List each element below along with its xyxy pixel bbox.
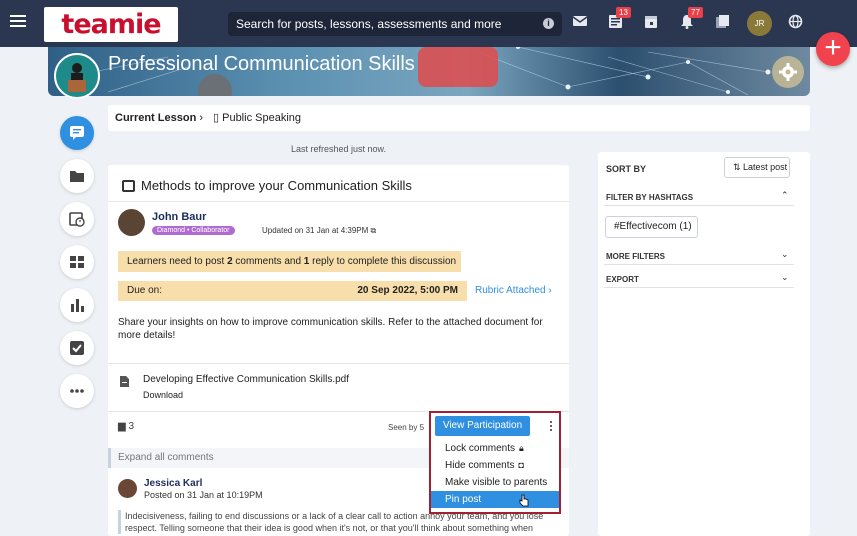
sidenav-calendar-button[interactable] bbox=[60, 202, 94, 236]
top-bar: teamie Search for posts, lessons, assess… bbox=[0, 0, 857, 47]
refresh-status: Last refreshed just now. bbox=[290, 144, 387, 154]
due-date: 20 Sep 2022, 5:00 PM bbox=[357, 285, 458, 296]
post-body: Share your insights on how to improve co… bbox=[118, 317, 543, 341]
author-badge: Diamond • Collaborator bbox=[152, 226, 235, 235]
info-icon[interactable]: i bbox=[543, 18, 554, 29]
book-icon: ▯ bbox=[213, 112, 223, 124]
sidenav-more-button[interactable] bbox=[60, 374, 94, 408]
calendar-icon[interactable] bbox=[644, 14, 662, 32]
comment-timestamp: Posted on 31 Jan at 10:19PM bbox=[144, 490, 263, 500]
kebab-menu-icon[interactable] bbox=[550, 421, 553, 432]
sidenav-tasks-button[interactable] bbox=[60, 331, 94, 365]
sidenav-newsfeed-button[interactable] bbox=[60, 116, 94, 150]
post-title-row: Methods to improve your Communication Sk… bbox=[122, 178, 412, 193]
pdf-file-icon bbox=[120, 376, 129, 387]
external-link-icon[interactable]: ⧉ bbox=[371, 226, 377, 235]
newsfeed-badge: 13 bbox=[616, 7, 631, 18]
post-title: Methods to improve your Communication Sk… bbox=[141, 178, 412, 193]
divider bbox=[604, 205, 794, 206]
notification-bell-icon[interactable]: 77 bbox=[680, 7, 703, 32]
search-input[interactable]: Search for posts, lessons, assessments a… bbox=[228, 12, 562, 36]
user-avatar[interactable]: JR bbox=[747, 11, 772, 36]
divider bbox=[604, 264, 794, 265]
breadcrumb: Current Lesson › ▯ Public Speaking bbox=[108, 105, 810, 131]
chevron-up-icon[interactable]: ⌃ bbox=[781, 190, 789, 201]
create-post-fab[interactable]: + bbox=[816, 32, 850, 66]
due-label: Due on: bbox=[127, 285, 163, 296]
commenter-name[interactable]: Jessica Karl bbox=[144, 478, 202, 489]
hashtag-chip[interactable]: #Effectivecom (1) bbox=[605, 216, 698, 238]
menu-item-pin-post[interactable]: Pin post bbox=[431, 491, 559, 508]
divider bbox=[108, 201, 569, 202]
sidenav-dashboard-button[interactable] bbox=[60, 245, 94, 279]
banner-settings-gear-icon[interactable] bbox=[772, 56, 804, 88]
chevron-down-icon[interactable]: ⌄ bbox=[781, 272, 789, 283]
checkbox-icon bbox=[70, 341, 84, 355]
due-date-banner: Due on: 20 Sep 2022, 5:00 PM bbox=[118, 281, 467, 301]
globe-icon[interactable] bbox=[788, 14, 806, 32]
hamburger-menu-icon[interactable] bbox=[10, 15, 26, 28]
folder-icon bbox=[70, 171, 84, 182]
commenter-avatar[interactable] bbox=[118, 479, 137, 498]
current-lesson-link[interactable]: Current Lesson bbox=[115, 112, 196, 124]
chevron-down-icon[interactable]: ⌄ bbox=[781, 249, 789, 260]
hand-cursor-icon bbox=[519, 494, 529, 507]
menu-item-lock-comments[interactable]: Lock comments 🔒︎ bbox=[431, 440, 559, 457]
mail-icon[interactable] bbox=[572, 14, 590, 32]
sidenav-files-button[interactable] bbox=[60, 159, 94, 193]
classroom-avatar bbox=[54, 53, 100, 99]
rubric-link[interactable]: Rubric Attached › bbox=[475, 285, 552, 296]
bar-chart-icon bbox=[71, 299, 84, 312]
divider bbox=[108, 363, 569, 364]
sort-by-label: SORT BY bbox=[606, 164, 647, 174]
lock-icon: 🔒︎ bbox=[519, 443, 524, 453]
lesson-link[interactable]: ▯ Public Speaking bbox=[213, 105, 301, 131]
documents-icon[interactable] bbox=[715, 14, 733, 32]
completion-requirement: Learners need to post 2 comments and 1 r… bbox=[118, 251, 461, 272]
seen-by[interactable]: Seen by 5 bbox=[388, 423, 424, 432]
attachment-name[interactable]: Developing Effective Communication Skill… bbox=[143, 374, 349, 385]
sort-icon: ⇅ bbox=[733, 162, 744, 172]
newsfeed-icon[interactable]: 13 bbox=[608, 7, 631, 32]
menu-item-hide-comments[interactable]: Hide comments ◘ bbox=[431, 457, 559, 474]
newsfeed-icon bbox=[70, 126, 84, 140]
divider bbox=[604, 287, 794, 288]
view-participation-button[interactable]: View Participation bbox=[435, 416, 530, 436]
filter-hashtags-header[interactable]: FILTER BY HASHTAGS bbox=[606, 193, 693, 202]
comments-counter[interactable]: ▆ 3 bbox=[118, 421, 134, 432]
comment-icon: ▆ bbox=[118, 421, 129, 432]
page-title: Professional Communication Skills bbox=[108, 53, 415, 75]
updated-timestamp: Updated on 31 Jan at 4:39PM ⧉ bbox=[262, 226, 377, 235]
search-placeholder: Search for posts, lessons, assessments a… bbox=[236, 17, 502, 31]
more-dots-icon bbox=[70, 389, 84, 393]
classroom-banner: Professional Communication Skills bbox=[48, 47, 810, 96]
more-filters-header[interactable]: MORE FILTERS bbox=[606, 252, 665, 261]
post-actions-popup: View Participation Lock comments 🔒︎ Hide … bbox=[429, 411, 561, 514]
sort-dropdown[interactable]: ⇅ Latest post bbox=[724, 157, 790, 178]
calendar-clock-icon bbox=[69, 212, 85, 227]
lesson-name: Public Speaking bbox=[222, 112, 301, 124]
chevron-right-icon: › bbox=[548, 285, 552, 296]
download-link[interactable]: Download bbox=[143, 390, 183, 400]
filter-sidebar: SORT BY ⇅ Latest post FILTER BY HASHTAGS… bbox=[598, 152, 810, 536]
dashboard-icon bbox=[70, 256, 84, 268]
sidenav-analytics-button[interactable] bbox=[60, 288, 94, 322]
chevron-right-icon: › bbox=[199, 112, 204, 124]
author-avatar[interactable] bbox=[118, 209, 145, 236]
menu-item-make-visible-to-parents[interactable]: Make visible to parents bbox=[431, 474, 559, 491]
post-actions-menu: Lock comments 🔒︎ Hide comments ◘ Make visi… bbox=[431, 440, 559, 508]
teamie-logo[interactable]: teamie bbox=[44, 7, 178, 42]
notification-badge: 77 bbox=[688, 7, 703, 18]
export-header[interactable]: EXPORT bbox=[606, 275, 639, 284]
author-name[interactable]: John Baur bbox=[152, 211, 206, 223]
discussion-icon bbox=[122, 180, 135, 192]
hide-comment-icon: ◘ bbox=[518, 460, 524, 470]
